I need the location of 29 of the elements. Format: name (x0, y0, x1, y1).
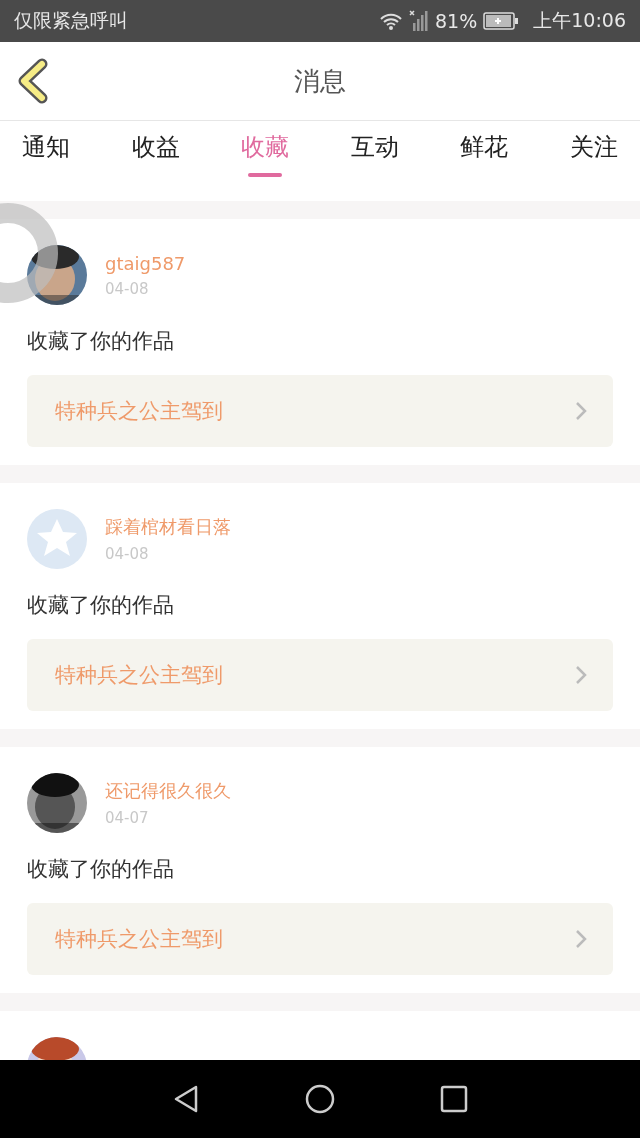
user-name[interactable]: 踩着棺材看日落 (105, 515, 231, 539)
signal-icon (409, 9, 429, 33)
tab[interactable]: 通知 (8, 121, 84, 201)
chevron-right-icon (575, 665, 587, 685)
chevron-right-icon (575, 929, 587, 949)
chevron-right-icon (575, 401, 587, 421)
user-name[interactable]: gtaig587 (105, 252, 186, 274)
message-text: 收藏了你的作品 (27, 856, 175, 883)
tab[interactable]: 鲜花 (446, 121, 523, 201)
tab[interactable]: 收益 (117, 121, 194, 201)
back-nav-icon[interactable] (172, 1084, 200, 1114)
tab[interactable]: 互动 (336, 121, 413, 201)
battery-text: 81% (435, 10, 478, 32)
message-text: 收藏了你的作品 (27, 328, 175, 355)
work-link[interactable]: 特种兵之公主驾到 (27, 639, 613, 711)
page-title: 消息 (294, 64, 346, 98)
tab[interactable]: 关注 (555, 121, 632, 201)
user-name[interactable]: 还记得很久很久 (105, 779, 231, 803)
recents-nav-icon[interactable] (440, 1085, 468, 1113)
tab[interactable]: 收藏 (227, 121, 304, 201)
battery-icon (483, 12, 520, 30)
work-link[interactable]: 特种兵之公主驾到 (27, 375, 613, 447)
work-link[interactable]: 特种兵之公主驾到 (27, 903, 613, 975)
home-nav-icon[interactable] (305, 1084, 335, 1114)
message-text: 收藏了你的作品 (27, 592, 175, 619)
clock-text: 上午10:06 (533, 8, 626, 33)
carrier-text: 仅限紧急呼叫 (14, 8, 129, 33)
default-avatar-icon (27, 509, 87, 569)
wifi-icon (379, 11, 403, 31)
